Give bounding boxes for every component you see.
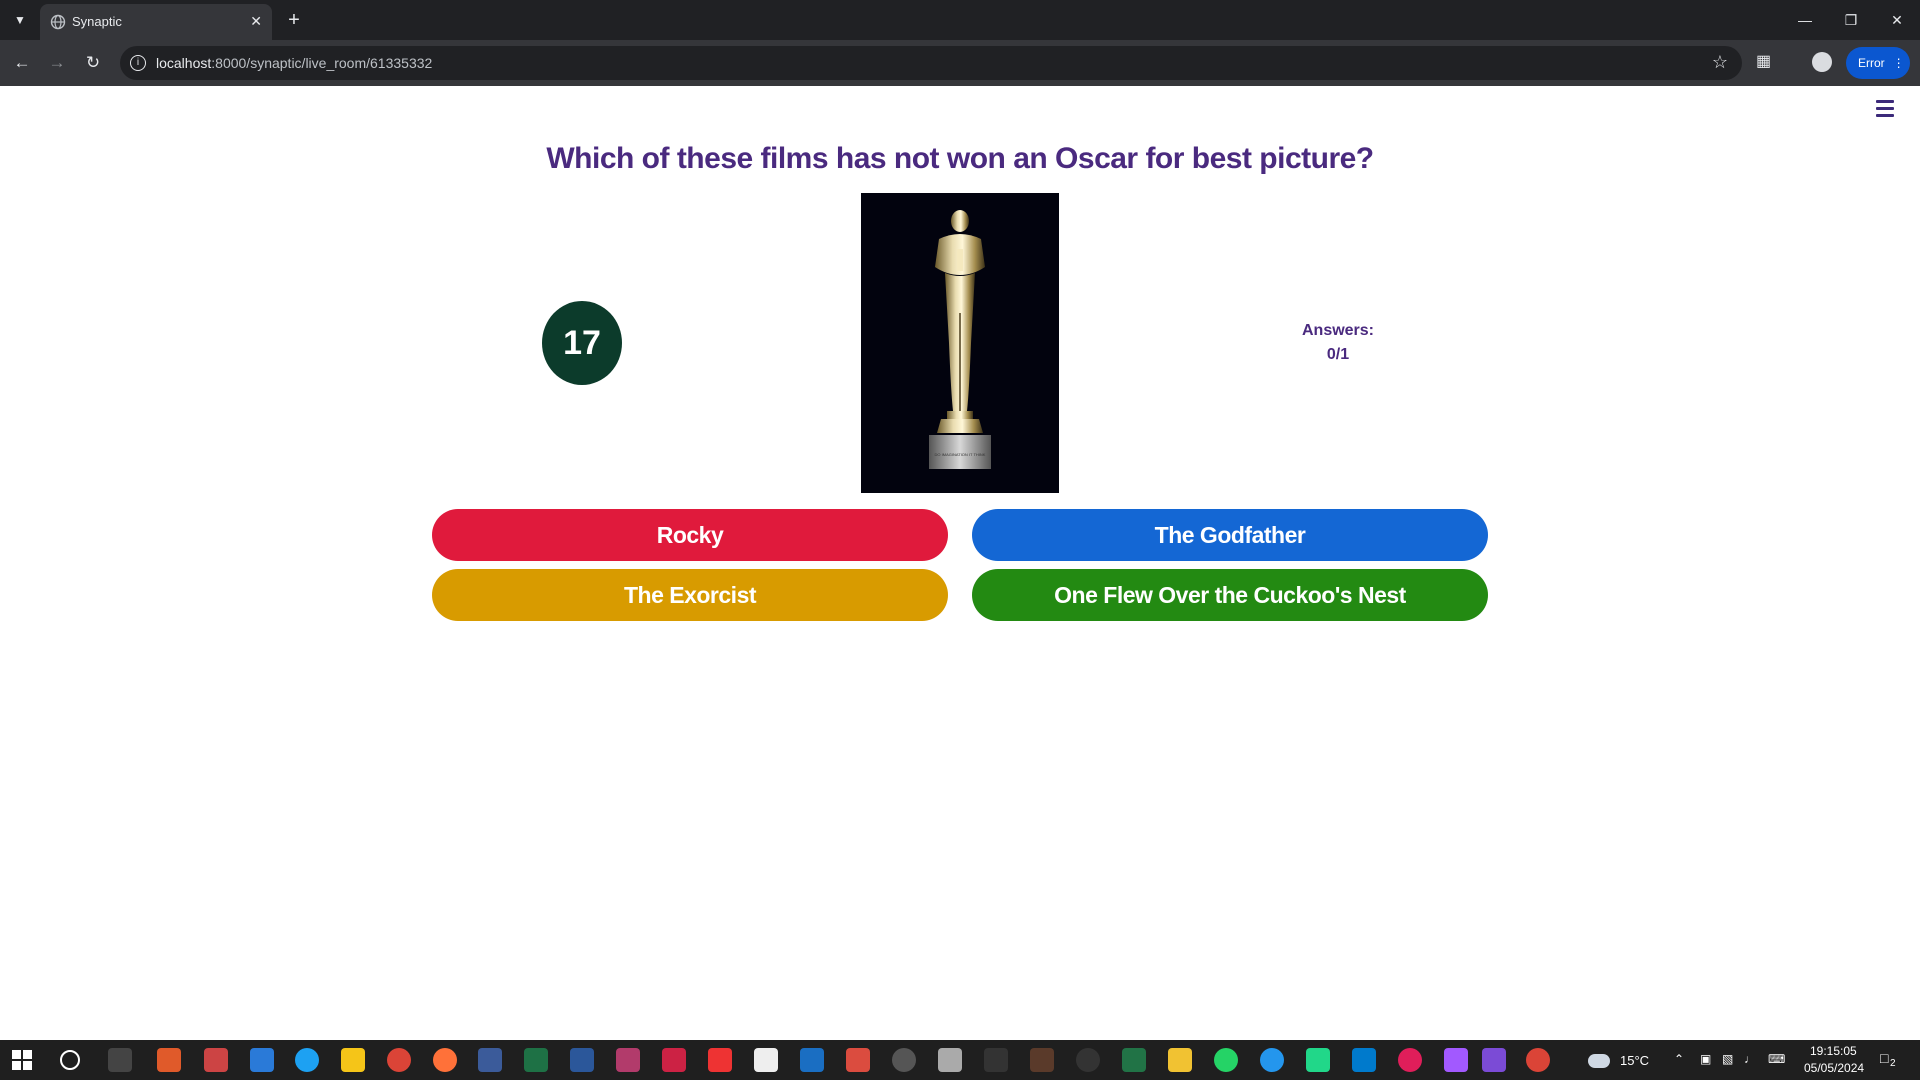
app-icon[interactable]	[662, 1048, 686, 1072]
browser-tab[interactable]: Synaptic ✕	[40, 4, 272, 40]
task-view-icon[interactable]	[108, 1048, 132, 1072]
globe-icon	[50, 14, 66, 30]
docker-icon[interactable]	[1260, 1048, 1284, 1072]
project-icon[interactable]	[1122, 1048, 1146, 1072]
profile-error-button[interactable]: Error ⋮	[1846, 47, 1910, 79]
app-icon[interactable]	[938, 1048, 962, 1072]
clock-date[interactable]: 05/05/2024	[1804, 1061, 1864, 1075]
address-bar[interactable]: i localhost:8000/synaptic/live_room/6133…	[120, 46, 1742, 80]
plaque-text: DO IMAGINATION IT THINK	[935, 452, 986, 457]
answer-option-one-flew-over[interactable]: One Flew Over the Cuckoo's Nest	[972, 569, 1488, 621]
slack-icon[interactable]	[1398, 1048, 1422, 1072]
vscode-icon[interactable]	[1352, 1048, 1376, 1072]
tab-title: Synaptic	[72, 14, 122, 29]
notification-center-icon[interactable]: □	[1880, 1050, 1888, 1066]
reload-icon[interactable]: ↻	[80, 50, 106, 76]
answers-count: 0/1	[1326, 346, 1350, 363]
answer-option-the-godfather[interactable]: The Godfather	[972, 509, 1488, 561]
meet-now-icon[interactable]: ▣	[1700, 1052, 1711, 1066]
close-tab-icon[interactable]: ✕	[250, 13, 262, 30]
browser-titlebar: ▼ Synaptic ✕ + — ❐ ✕	[0, 0, 1920, 40]
app-icon[interactable]	[892, 1048, 916, 1072]
answer-option-the-exorcist[interactable]: The Exorcist	[432, 569, 948, 621]
obs-icon[interactable]	[1076, 1048, 1100, 1072]
window-close-icon[interactable]: ✕	[1874, 0, 1920, 40]
whatsapp-icon[interactable]	[1214, 1048, 1238, 1072]
windows-taskbar: 15°C ⌃ ▣ ▧ ♩ ⌨ 19:15:05 05/05/2024 □ 2	[0, 1040, 1920, 1080]
profile-avatar[interactable]	[1812, 52, 1832, 72]
search-icon[interactable]	[60, 1050, 80, 1070]
question-image: DO IMAGINATION IT THINK	[861, 193, 1059, 493]
forward-icon[interactable]: →	[44, 50, 70, 76]
todoist-icon[interactable]	[846, 1048, 870, 1072]
windows-start-icon[interactable]	[12, 1050, 32, 1070]
browser-toolbar: ← → ↻ i localhost:8000/synaptic/live_roo…	[0, 40, 1920, 86]
network-icon[interactable]: ▧	[1722, 1052, 1733, 1066]
site-info-icon[interactable]: i	[130, 55, 146, 71]
app-icon[interactable]	[754, 1048, 778, 1072]
app-icon[interactable]	[984, 1048, 1008, 1072]
file-explorer-icon[interactable]	[341, 1048, 365, 1072]
pycharm-icon[interactable]	[1306, 1048, 1330, 1072]
app-icon[interactable]	[616, 1048, 640, 1072]
answers-label: Answers:	[1301, 322, 1375, 339]
app-icon[interactable]	[157, 1048, 181, 1072]
restore-icon[interactable]: ❐	[1828, 0, 1874, 40]
keyboard-icon[interactable]: ⌨	[1768, 1052, 1785, 1066]
chrome-icon[interactable]	[387, 1048, 411, 1072]
edge-icon[interactable]	[295, 1048, 319, 1072]
word-icon[interactable]	[570, 1048, 594, 1072]
app-icon[interactable]	[1030, 1048, 1054, 1072]
answer-option-rocky[interactable]: Rocky	[432, 509, 948, 561]
menu-dots-icon: ⋮	[1892, 56, 1905, 70]
question-title: Which of these films has not won an Osca…	[546, 142, 1374, 175]
figma-icon[interactable]	[1444, 1048, 1468, 1072]
notification-count: 2	[1890, 1058, 1896, 1069]
extensions-icon[interactable]: ▦	[1756, 51, 1780, 75]
app-icon[interactable]	[204, 1048, 228, 1072]
app-icon[interactable]	[1168, 1048, 1192, 1072]
weather-temp[interactable]: 15°C	[1620, 1053, 1649, 1068]
firefox-icon[interactable]	[433, 1048, 457, 1072]
app-icon[interactable]	[708, 1048, 732, 1072]
weather-cloud-icon[interactable]	[1588, 1054, 1610, 1068]
countdown-timer: 17	[542, 301, 622, 385]
clock-time[interactable]: 19:15:05	[1810, 1044, 1857, 1058]
chrome-active-icon[interactable]	[1526, 1048, 1550, 1072]
app-icon[interactable]	[1482, 1048, 1506, 1072]
app-icon[interactable]	[478, 1048, 502, 1072]
tray-chevron-icon[interactable]: ⌃	[1674, 1052, 1684, 1066]
back-icon[interactable]: ←	[9, 50, 35, 76]
hamburger-menu-icon[interactable]	[1876, 100, 1894, 118]
new-tab-icon[interactable]: +	[282, 8, 306, 32]
tab-search-icon[interactable]: ▼	[8, 8, 32, 32]
volume-icon[interactable]: ♩	[1744, 1052, 1756, 1066]
minimize-icon[interactable]: —	[1782, 0, 1828, 40]
excel-icon[interactable]	[524, 1048, 548, 1072]
url-text[interactable]: localhost:8000/synaptic/live_room/613353…	[156, 55, 432, 71]
bookmark-star-icon[interactable]: ☆	[1712, 52, 1728, 73]
app-icon[interactable]	[800, 1048, 824, 1072]
app-icon[interactable]	[250, 1048, 274, 1072]
